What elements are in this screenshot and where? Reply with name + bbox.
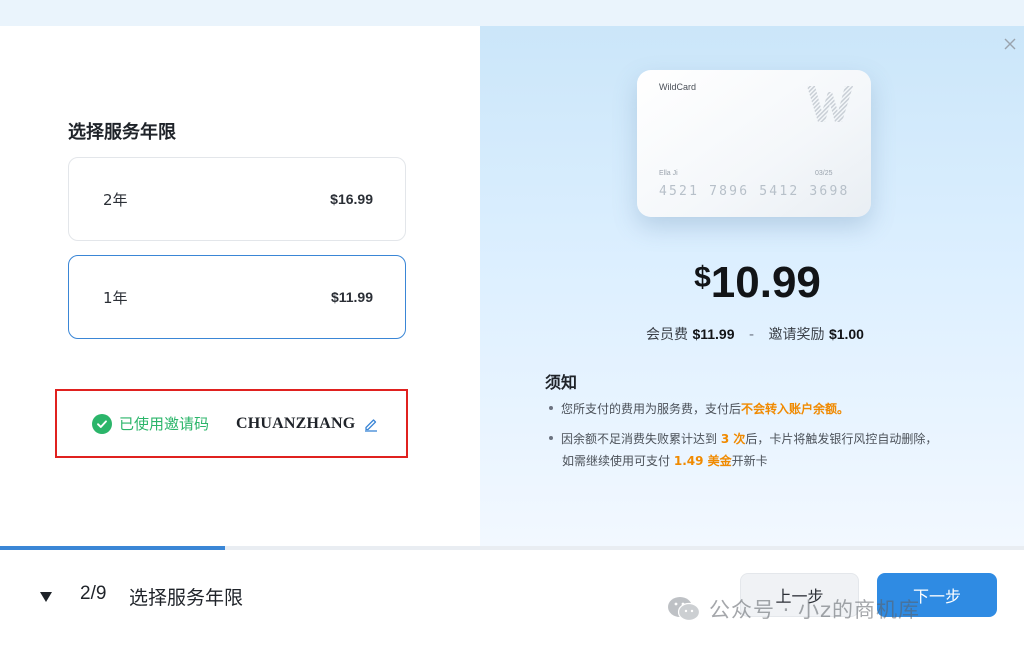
invite-code-status: 已使用邀请码 CHUANZHANG (55, 389, 408, 458)
notice-item: 因余额不足消费失败累计达到 3 次后，卡片将触发银行风控自动删除， (549, 428, 937, 450)
notice-item: 您所支付的费用为服务费，支付后不会转入账户余额。 (549, 398, 849, 420)
notice-highlight: 3 次 (720, 432, 746, 446)
reward-label: 邀请奖励 (768, 327, 825, 343)
total-price: $10.99 (480, 258, 1024, 308)
pencil-icon[interactable] (363, 416, 379, 432)
notice-text: 如需继续使用可支付 (562, 454, 671, 468)
fee-value: $11.99 (692, 326, 735, 342)
plan-option-2-years[interactable]: 2年 $16.99 (68, 157, 406, 241)
wechat-icon (668, 597, 701, 622)
close-icon[interactable] (1000, 34, 1020, 54)
step-counter: 2/9 (80, 583, 107, 604)
plan-option-price: $16.99 (330, 191, 373, 207)
plan-option-1-year[interactable]: 1年 $11.99 (68, 255, 406, 339)
notice-text: 开新卡 (731, 454, 768, 468)
card-expiry: 03/25 (815, 170, 833, 177)
card-number: 4521 7896 5412 3698 (659, 184, 850, 199)
plan-option-label: 2年 (103, 190, 128, 209)
price-currency: $ (694, 261, 711, 294)
bullet-icon (549, 406, 553, 410)
notice-text: 您所支付的费用为服务费，支付后 (561, 402, 742, 416)
notice-title: 须知 (545, 373, 578, 392)
notice-text: 因余额不足消费失败累计达到 (561, 432, 718, 446)
fee-breakdown: 会员费 $11.99 - 邀请奖励 $1.00 (480, 324, 1024, 344)
step-label: 选择服务年限 (129, 587, 244, 609)
card-brand: WildCard (659, 82, 697, 92)
plan-option-label: 1年 (103, 288, 128, 307)
card-holder: Ella Ji (659, 170, 678, 177)
invite-code-value: CHUANZHANG (236, 414, 356, 432)
notice-item-continuation: 如需继续使用可支付 1.49 美金开新卡 (562, 450, 768, 472)
top-band (0, 0, 1024, 26)
price-amount: 10.99 (710, 258, 821, 307)
watermark: 公众号 · 小z的商机库 (667, 594, 920, 624)
invite-status-label: 已使用邀请码 (119, 415, 210, 433)
card-logo (807, 86, 853, 122)
bullet-icon (549, 436, 553, 440)
section-title: 选择服务年限 (68, 122, 176, 143)
fee-label: 会员费 (646, 327, 688, 343)
notice-highlight: 1.49 美金 (673, 454, 732, 468)
notice-highlight: 不会转入账户余额。 (741, 402, 850, 416)
check-circle-icon (92, 413, 112, 434)
progress-fill (0, 546, 226, 550)
reward-value: $1.00 (828, 326, 864, 342)
notice-text: 后，卡片将触发银行风控自动删除， (745, 432, 938, 446)
caret-down-icon[interactable] (39, 588, 53, 607)
watermark-text: 公众号 · 小z的商机库 (709, 598, 921, 622)
virtual-card-image: WildCard Ella Ji 03/25 4521 7896 5412 36… (637, 70, 871, 217)
fee-separator: - (748, 327, 755, 343)
plan-option-price: $11.99 (330, 289, 373, 305)
